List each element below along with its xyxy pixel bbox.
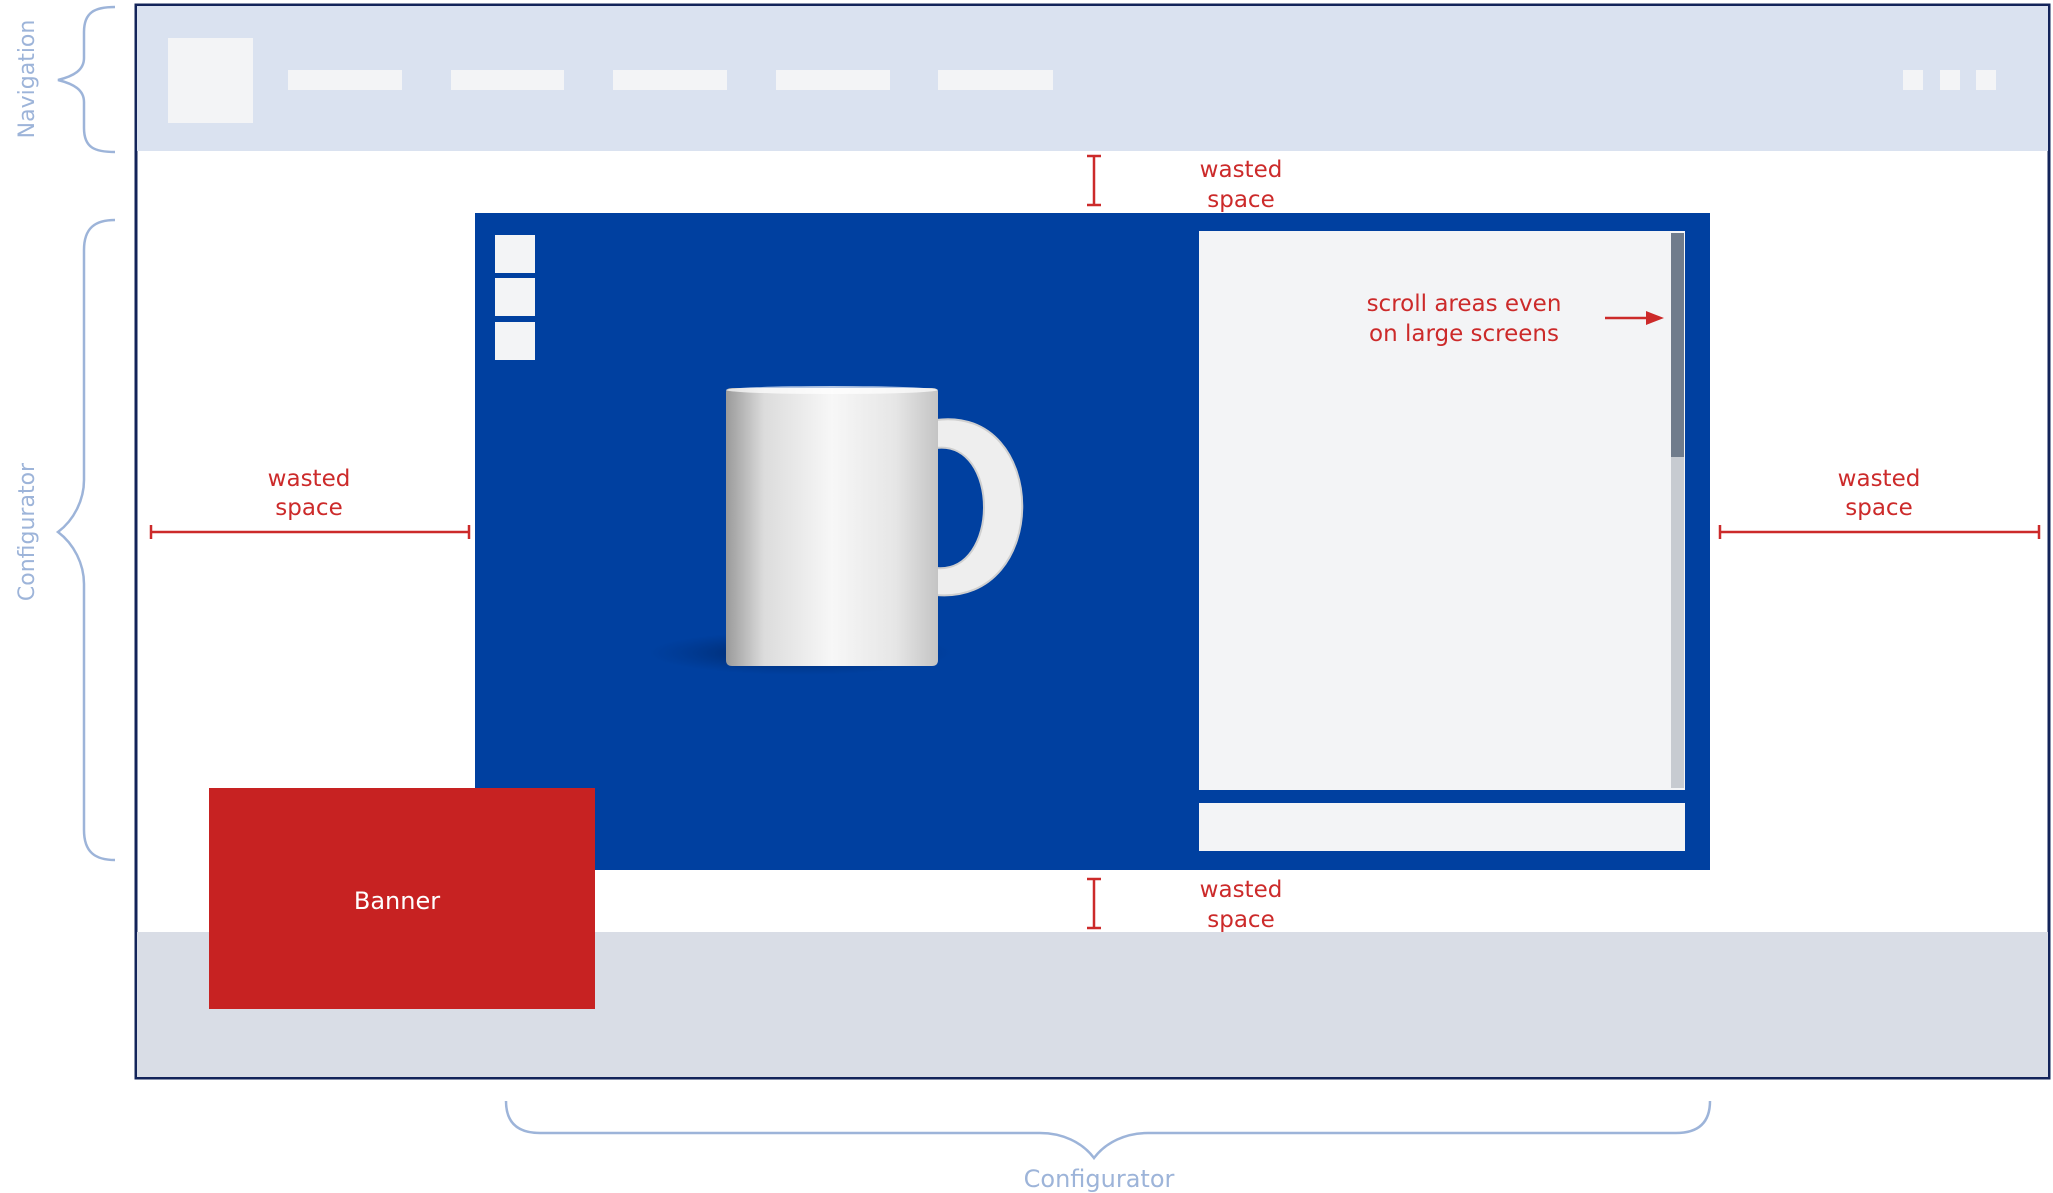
banner[interactable]: Banner (209, 788, 595, 1009)
bottom-gap-line2: space (1207, 907, 1274, 933)
scroll-note-line1: scroll areas even (1367, 291, 1562, 317)
nav-link-3[interactable] (613, 70, 727, 90)
nav-link-5[interactable] (938, 70, 1053, 90)
navigation-bracket-label: Navigation (15, 20, 40, 139)
right-gap-line2: space (1845, 495, 1912, 521)
top-gap-line2: space (1207, 187, 1274, 213)
panel-scrollbar-thumb[interactable] (1671, 233, 1684, 457)
nav-link-4[interactable] (776, 70, 890, 90)
wireframe-diagram: Banner wasted space wasted space wasted … (15, 3, 2051, 1193)
nav-action-1[interactable] (1903, 70, 1923, 90)
summary-bar[interactable] (1199, 803, 1685, 851)
configurator-bottom-label: Configurator (1024, 1165, 1175, 1193)
nav-action-3[interactable] (1976, 70, 1996, 90)
nav-link-2[interactable] (451, 70, 564, 90)
configurator-side-bracket (55, 218, 116, 862)
nav-logo-placeholder[interactable] (168, 38, 253, 123)
left-gap-line1: wasted (268, 466, 351, 492)
bottom-gap-line1: wasted (1200, 877, 1283, 903)
banner-label: Banner (354, 887, 440, 915)
view-button-1[interactable] (495, 235, 535, 273)
top-gap-line1: wasted (1200, 157, 1283, 183)
configurator-side-label: Configurator (15, 462, 40, 601)
view-button-3[interactable] (495, 322, 535, 360)
scroll-note-line2: on large screens (1369, 321, 1559, 347)
configurator-bottom-bracket (504, 1100, 1712, 1161)
right-gap-line1: wasted (1838, 466, 1921, 492)
left-gap-line2: space (275, 495, 342, 521)
nav-link-1[interactable] (288, 70, 402, 90)
nav-action-2[interactable] (1940, 70, 1960, 90)
navigation-bracket (57, 5, 116, 154)
navigation-bar (137, 6, 2048, 151)
view-button-2[interactable] (495, 278, 535, 316)
